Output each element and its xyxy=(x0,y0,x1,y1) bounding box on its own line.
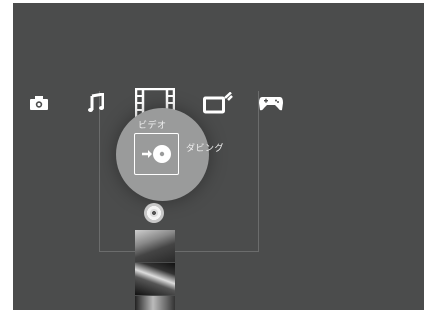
camera-icon xyxy=(30,96,48,110)
disc-item-icon[interactable] xyxy=(144,203,164,223)
video-thumbnail[interactable] xyxy=(135,263,175,295)
dubbing-disc-icon xyxy=(141,145,171,163)
dubbing-item[interactable] xyxy=(134,133,179,175)
xmb-screen: ビデオ ダビング xyxy=(13,3,424,310)
dubbing-label: ダビング xyxy=(186,144,225,154)
category-photo[interactable] xyxy=(27,81,51,125)
video-thumbnail[interactable] xyxy=(135,230,175,262)
gamepad-icon xyxy=(259,97,283,111)
video-thumbnail[interactable] xyxy=(135,296,175,310)
category-label: ビデオ xyxy=(138,121,167,131)
category-game[interactable] xyxy=(258,81,284,125)
